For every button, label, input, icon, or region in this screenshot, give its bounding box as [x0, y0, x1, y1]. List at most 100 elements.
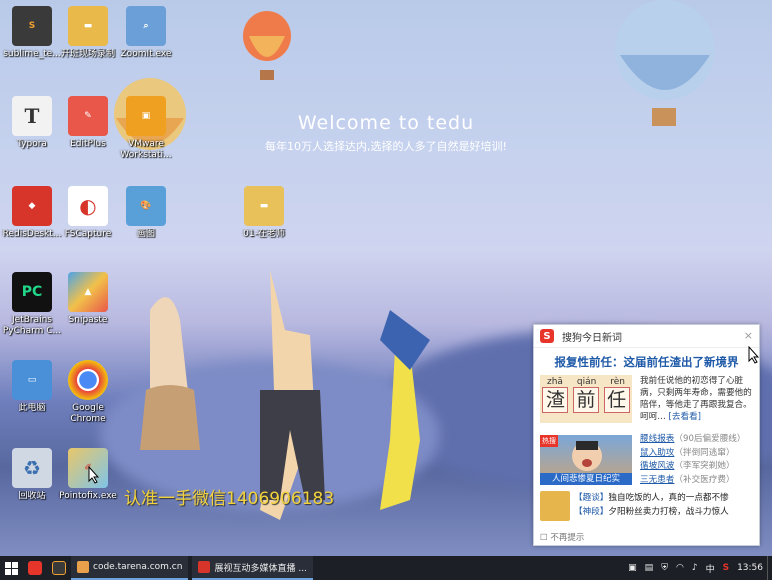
trending-item[interactable]: 循坡风波（李军突剃她）: [640, 460, 758, 474]
typora-icon: T: [12, 96, 52, 136]
desktop-icon-label: JetBrains PyCharm C...: [2, 315, 62, 336]
feed-avatar: [540, 491, 570, 521]
word-char: 前: [572, 387, 599, 413]
read-more-link[interactable]: [去看看]: [669, 412, 702, 422]
desktop-icon-fscapture[interactable]: ◐ FSCapture: [56, 186, 120, 240]
balloon-icon: [243, 11, 291, 80]
taskbar-app-live-stream[interactable]: 展视互动多媒体直播 ...: [192, 556, 313, 580]
taskbar-app-code-tarena[interactable]: code.tarena.com.cn: [71, 556, 189, 580]
desktop: Welcome to tedu 每年10万人选择达内,选择的人多了自然是好培训!…: [0, 0, 772, 556]
pinyin: qián: [576, 377, 597, 387]
popup-headline[interactable]: 报复性前任：这届前任渣出了新境界: [534, 354, 759, 370]
desktop-icon-paint[interactable]: 🎨 画图: [114, 186, 178, 240]
zoomit-icon: ⌕: [126, 6, 166, 46]
feed-item[interactable]: 独自吃饭的人，真的一点都不惨: [608, 493, 728, 503]
volume-icon[interactable]: ♪: [688, 563, 702, 573]
taskbar-app-label: 展视互动多媒体直播 ...: [214, 563, 307, 574]
live-stream-icon: [198, 561, 211, 573]
desktop-icon-label: Google Chrome: [70, 403, 106, 424]
new-word-card[interactable]: zhā qián rèn 渣 前 任: [540, 375, 632, 423]
pinyin: rèn: [610, 377, 626, 387]
trending-link[interactable]: 腰线报表: [640, 434, 674, 444]
desktop-icon-recycle-bin[interactable]: ♻ 回收站: [0, 448, 64, 502]
desktop-icon-label: 回收站: [18, 491, 46, 501]
popup-close-button[interactable]: ×: [744, 329, 753, 342]
feed-row[interactable]: 【趣谈】独自吃饭的人，真的一点都不惨 【神段】夕阳粉丝卖力打榜，战斗力惊人: [540, 491, 754, 521]
sublime-icon: S: [12, 6, 52, 46]
popup-title: 搜狗今日新词: [562, 332, 622, 344]
feed-item[interactable]: 夕阳粉丝卖力打榜，战斗力惊人: [608, 507, 728, 517]
desktop-icon-sublime[interactable]: S sublime_te...: [0, 6, 64, 60]
desktop-icon-label: FSCapture: [64, 229, 112, 239]
pinyin: zhā: [546, 377, 563, 387]
input-language[interactable]: 中: [702, 562, 719, 575]
desktop-icon-vmware[interactable]: ▣ VMware Workstati...: [114, 96, 178, 161]
trending-item[interactable]: 三无患者（补交医疗费）: [640, 474, 758, 488]
clock[interactable]: 13:56: [733, 563, 767, 573]
checkbox-icon[interactable]: ☐: [540, 533, 548, 543]
dont-show-again-checkbox[interactable]: ☐ 不再提示: [540, 531, 584, 543]
desktop-icon-label: 画图: [136, 229, 155, 239]
news-thumbnail[interactable]: 热搜 人间悲惨夏日纪实: [540, 435, 632, 485]
desktop-icon-zoomit[interactable]: ⌕ ZoomIt.exe: [114, 6, 178, 60]
desktop-icon-snipaste[interactable]: ▲ Snipaste: [56, 272, 120, 326]
popup-header: S 搜狗今日新词: [534, 325, 759, 348]
sogou-tray-icon[interactable]: S: [719, 563, 733, 573]
desktop-icon-teacher-folder[interactable]: ▬ 01-在老师: [232, 186, 296, 240]
network-icon[interactable]: ▤: [641, 563, 658, 573]
news-feed: 【趣谈】独自吃饭的人，真的一点都不惨 【神段】夕阳粉丝卖力打榜，战斗力惊人: [540, 491, 754, 521]
file-icon: [77, 561, 89, 573]
taskbar-app-label: code.tarena.com.cn: [93, 562, 183, 572]
shield-icon[interactable]: ⛨: [657, 563, 672, 573]
face-icon: [572, 441, 602, 471]
fscapture-icon: ◐: [68, 186, 108, 226]
mouse-cursor-icon: [88, 466, 100, 484]
popup-lead-text: 我前任说他的初恋得了心脏病，只剩两年寿命，需要他的陪伴，等他走了再跟我复合。呵呵…: [640, 375, 754, 423]
desktop-icon-recording-folder[interactable]: ▬ 开班现场录制: [56, 6, 120, 60]
redis-icon: ◆: [12, 186, 52, 226]
folder-icon: ▬: [244, 186, 284, 226]
desktop-icon-label: sublime_te...: [3, 49, 61, 59]
desktop-icon-label: Typora: [17, 139, 47, 149]
word-char: 任: [603, 387, 630, 413]
computer-icon: ▭: [12, 360, 52, 400]
trending-link[interactable]: 三无患者: [640, 475, 674, 485]
wifi-icon[interactable]: ◠: [672, 563, 688, 573]
desktop-icon-label: ZoomIt.exe: [120, 49, 172, 59]
pycharm-icon: PC: [12, 272, 52, 312]
app-icon: [28, 561, 42, 575]
show-desktop-button[interactable]: [767, 556, 772, 580]
desktop-icon-label: VMware Workstati...: [120, 139, 172, 160]
vmware-icon: ▣: [126, 96, 166, 136]
desktop-icon-label: EditPlus: [70, 139, 106, 149]
paint-icon: 🎨: [126, 186, 166, 226]
feed-tag: 【神段】: [574, 507, 609, 517]
trending-item[interactable]: 腰线报表（90后偏爱腰线）: [640, 433, 758, 447]
trending-note: （补交医疗费）: [674, 474, 735, 485]
word-char: 渣: [542, 387, 569, 413]
taskbar-pinned-app[interactable]: [23, 556, 47, 580]
sublime-icon: [52, 561, 66, 575]
desktop-icon-label: 01-在老师: [243, 229, 285, 239]
sogou-news-popup[interactable]: S 搜狗今日新词 × 报复性前任：这届前任渣出了新境界 zhā qián rèn…: [533, 324, 760, 546]
tray-app-icon[interactable]: ▣: [624, 563, 641, 573]
desktop-icon-label: Pointofix.exe: [59, 491, 117, 501]
desktop-icon-pycharm[interactable]: PC JetBrains PyCharm C...: [0, 272, 64, 337]
pinyin-row: zhā qián rèn: [540, 375, 632, 387]
trending-link[interactable]: 循坡风波: [640, 461, 674, 471]
desktop-icon-chrome[interactable]: ◉ Google Chrome: [56, 360, 120, 425]
desktop-icon-editplus[interactable]: ✎ EditPlus: [56, 96, 120, 150]
start-button[interactable]: [0, 556, 23, 580]
desktop-icon-typora[interactable]: T Typora: [0, 96, 64, 150]
trending-link[interactable]: 鼠入助攻: [640, 448, 674, 458]
desktop-icon-redis[interactable]: ◆ RedisDeskt...: [0, 186, 64, 240]
watermark-text: 认准一手微信1406906183: [124, 489, 335, 509]
feed-text: 【趣谈】独自吃饭的人，真的一点都不惨 【神段】夕阳粉丝卖力打榜，战斗力惊人: [574, 491, 729, 521]
trending-words: 腰线报表（90后偏爱腰线） 鼠入助攻（拌倒同逃窜） 循坡风波（李军突剃她） 三无…: [640, 433, 758, 487]
taskbar-pinned-sublime[interactable]: [47, 556, 71, 580]
recycle-bin-icon: ♻: [12, 448, 52, 488]
desktop-icon-this-pc[interactable]: ▭ 此电脑: [0, 360, 64, 414]
chrome-icon: ◉: [68, 360, 108, 400]
taskbar: code.tarena.com.cn 展视互动多媒体直播 ... ▣ ▤ ⛨ ◠…: [0, 556, 772, 580]
trending-item[interactable]: 鼠入助攻（拌倒同逃窜）: [640, 447, 758, 461]
